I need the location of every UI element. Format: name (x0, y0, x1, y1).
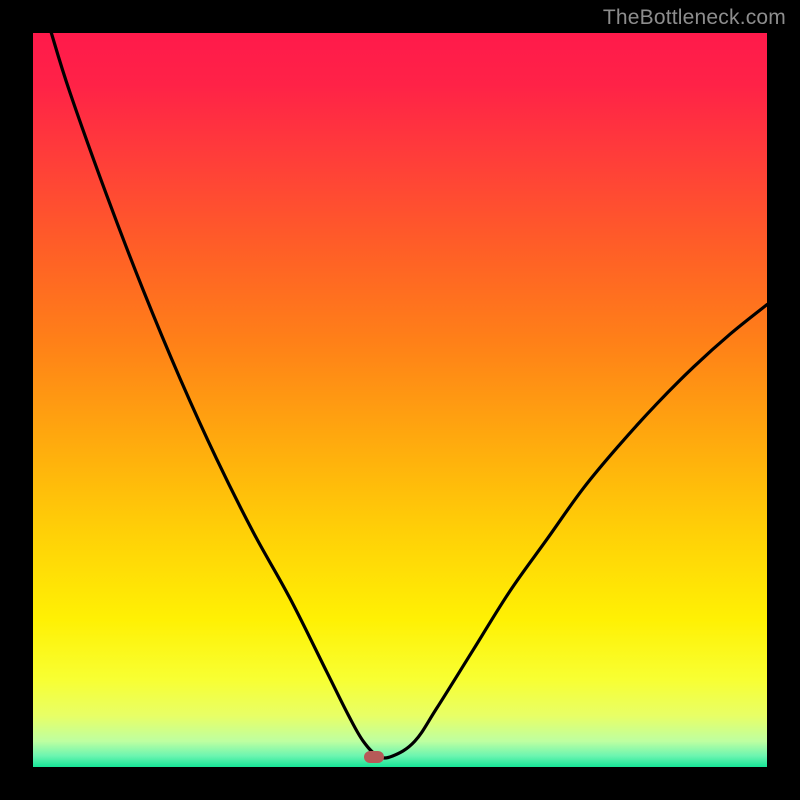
plot-area (33, 33, 767, 767)
bottleneck-curve (33, 33, 767, 767)
chart-frame: TheBottleneck.com (0, 0, 800, 800)
watermark-text: TheBottleneck.com (603, 6, 786, 30)
optimal-point-marker (364, 751, 384, 763)
